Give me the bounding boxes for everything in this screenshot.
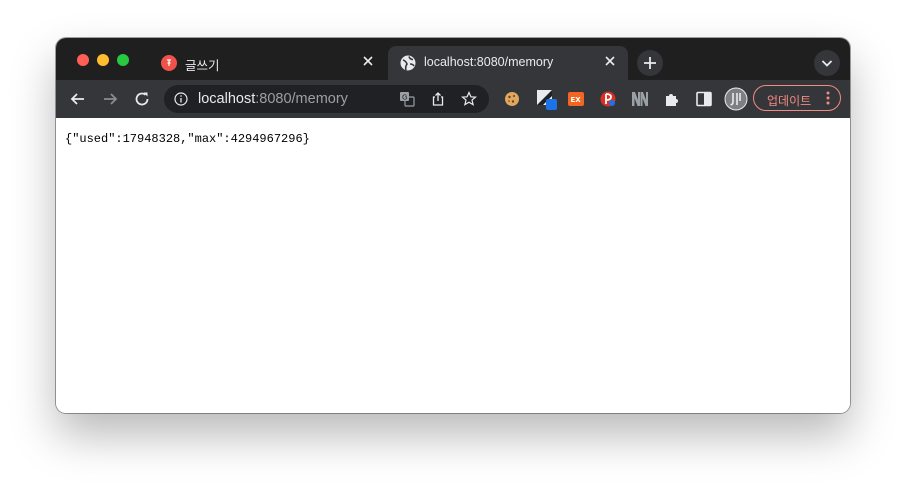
forward-arrow-icon[interactable] <box>100 89 120 109</box>
reload-icon[interactable] <box>132 89 152 109</box>
star-icon[interactable] <box>461 91 477 107</box>
plus-icon <box>644 57 656 69</box>
avatar[interactable] <box>724 87 748 111</box>
address-bar[interactable]: localhost:8080/memory G <box>164 85 489 113</box>
json-response-text: {"used":17948328,"max":4294967296} <box>65 132 310 146</box>
update-label: 업데이트 <box>767 94 812 108</box>
tab-localhost-memory[interactable]: localhost:8080/memory <box>388 46 628 80</box>
url-path: :8080/memory <box>255 91 348 107</box>
kebab-menu-icon[interactable] <box>826 91 830 105</box>
puzzle-icon[interactable] <box>663 90 681 108</box>
zoom-window-button[interactable] <box>117 54 129 66</box>
url-host: localhost <box>198 91 256 107</box>
close-icon[interactable] <box>360 53 376 69</box>
update-button[interactable]: 업데이트 <box>753 85 841 111</box>
close-icon[interactable] <box>602 53 618 69</box>
nn-extension-icon[interactable] <box>631 90 649 108</box>
cookie-extension-icon[interactable] <box>503 90 521 108</box>
browser-window: 글쓰기 localhost:8080/memory localhost:8080… <box>56 38 850 413</box>
tab-strip: 글쓰기 localhost:8080/memory <box>56 38 850 80</box>
share-icon[interactable] <box>430 91 446 107</box>
back-arrow-icon[interactable] <box>68 89 88 109</box>
tab-title: localhost:8080/memory <box>424 55 554 69</box>
ex-extension-icon[interactable]: EX <box>567 90 585 108</box>
stripe-extension-icon[interactable] <box>535 88 557 110</box>
chevron-down-icon <box>821 60 833 67</box>
page-content: {"used":17948328,"max":4294967296} <box>56 118 850 413</box>
url-text: localhost:8080/memory <box>198 91 348 107</box>
red-pin-extension-icon[interactable] <box>599 90 617 108</box>
red-circle-icon <box>161 55 177 71</box>
new-tab-button[interactable] <box>637 50 663 76</box>
side-panel-icon[interactable] <box>695 90 713 108</box>
close-window-button[interactable] <box>77 54 89 66</box>
svg-text:EX: EX <box>571 96 582 104</box>
toolbar: localhost:8080/memory G EX 업데이트 <box>56 80 850 118</box>
info-icon[interactable] <box>174 92 188 106</box>
tab-search-button[interactable] <box>814 50 840 76</box>
minimize-window-button[interactable] <box>97 54 109 66</box>
tab-title: 글쓰기 <box>185 59 220 73</box>
translate-icon[interactable]: G <box>399 91 415 107</box>
tab-write[interactable]: 글쓰기 <box>149 46 386 80</box>
svg-text:G: G <box>402 94 407 102</box>
globe-icon <box>400 55 416 71</box>
